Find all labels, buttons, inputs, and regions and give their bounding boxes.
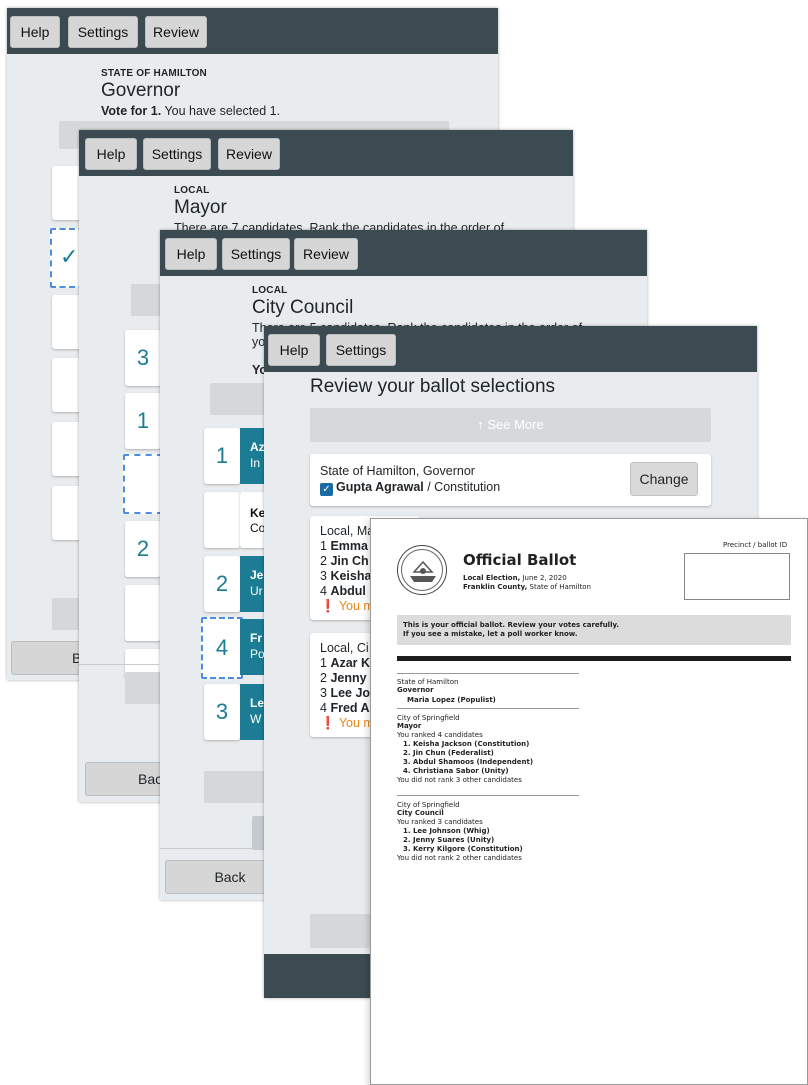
warning-icon: ❗ (320, 599, 336, 613)
contest-category: STATE OF HAMILTON (101, 68, 207, 79)
selected-candidate: ✓ Gupta Agrawal / Constitution (320, 480, 500, 496)
help-button[interactable]: Help (268, 334, 320, 366)
settings-button[interactable]: Settings (143, 138, 211, 170)
scroll-up-bar[interactable] (131, 284, 161, 316)
state-seal-inner (401, 549, 443, 591)
review-button[interactable]: Review (145, 16, 207, 48)
contest-name: Local, Ma (320, 524, 375, 538)
rank-box[interactable]: 1 (204, 428, 240, 484)
rank-box[interactable]: 2 (125, 521, 161, 577)
warning-line: ❗ You m (320, 599, 374, 613)
rank-box[interactable]: 1 (125, 393, 161, 449)
settings-button[interactable]: Settings (326, 334, 396, 366)
change-button[interactable]: Change (630, 462, 698, 496)
ranked-line: 4 Fred A (320, 701, 370, 715)
ranked-line: 4 Abdul (320, 584, 366, 598)
county-line: Franklin County, State of Hamilton (463, 583, 591, 591)
contest-name: State of Hamilton, Governor (320, 464, 475, 478)
contest-instructions: Vote for 1. You have selected 1. (101, 104, 281, 118)
ballot-title: Official Ballot (463, 551, 577, 569)
help-button[interactable]: Help (165, 238, 217, 270)
seal-emblem-icon (410, 560, 436, 582)
action-button-partial[interactable] (310, 914, 370, 948)
precinct-label: Precinct / ballot ID (723, 541, 788, 549)
precinct-id-box (684, 553, 790, 600)
contest-name: Local, Ci (320, 641, 369, 655)
section-rule (397, 656, 791, 661)
ranked-line: 1 Emma (320, 539, 368, 553)
divider (397, 708, 579, 709)
rank-box-focused[interactable] (123, 454, 163, 514)
settings-button[interactable]: Settings (222, 238, 290, 270)
rank-box[interactable]: 3 (204, 684, 240, 740)
divider (79, 664, 159, 665)
scroll-down-bar[interactable] (125, 672, 161, 704)
scroll-up-bar[interactable] (210, 383, 270, 415)
scroll-down-bar[interactable] (52, 598, 82, 630)
contest-title: City Council (252, 297, 354, 318)
rank-box[interactable]: 2 (204, 556, 240, 612)
review-button[interactable]: Review (294, 238, 358, 270)
settings-button[interactable]: Settings (68, 16, 138, 48)
rank-box[interactable] (125, 585, 161, 641)
contest-title: Mayor (174, 197, 227, 218)
rank-box[interactable]: 3 (125, 330, 161, 386)
divider (397, 795, 579, 796)
contest-category: LOCAL (174, 185, 210, 196)
see-more-button[interactable]: ↑ See More (310, 408, 711, 442)
ranked-line: 2 Jin Ch (320, 554, 369, 568)
help-button[interactable]: Help (10, 16, 60, 48)
checkbox-icon: ✓ (320, 483, 333, 496)
notice-banner: This is your official ballot. Review you… (397, 615, 791, 645)
help-button[interactable]: Help (85, 138, 137, 170)
review-button[interactable]: Review (218, 138, 280, 170)
rank-box-focused[interactable]: 4 (201, 617, 243, 679)
check-icon: ✓ (60, 244, 79, 269)
contest-title: Governor (101, 80, 181, 101)
warning-icon: ❗ (320, 716, 336, 730)
warning-line: ❗ You m (320, 716, 374, 730)
ranked-line: 3 Lee Jo (320, 686, 371, 700)
ranked-line: 1 Azar K (320, 656, 371, 670)
rank-box[interactable] (204, 492, 240, 548)
ranked-line: 3 Keisha (320, 569, 372, 583)
page-title: Review your ballot selections (310, 376, 556, 397)
election-line: Local Election, June 2, 2020 (463, 574, 567, 582)
contest-category: LOCAL (252, 285, 288, 296)
ranked-line: 2 Jenny (320, 671, 367, 685)
contest-summary-governor: State of Hamilton, Governor ✓ Gupta Agraw… (310, 454, 711, 506)
divider (397, 673, 579, 674)
paper-ballot: Official Ballot Local Election, June 2, … (370, 518, 808, 1085)
